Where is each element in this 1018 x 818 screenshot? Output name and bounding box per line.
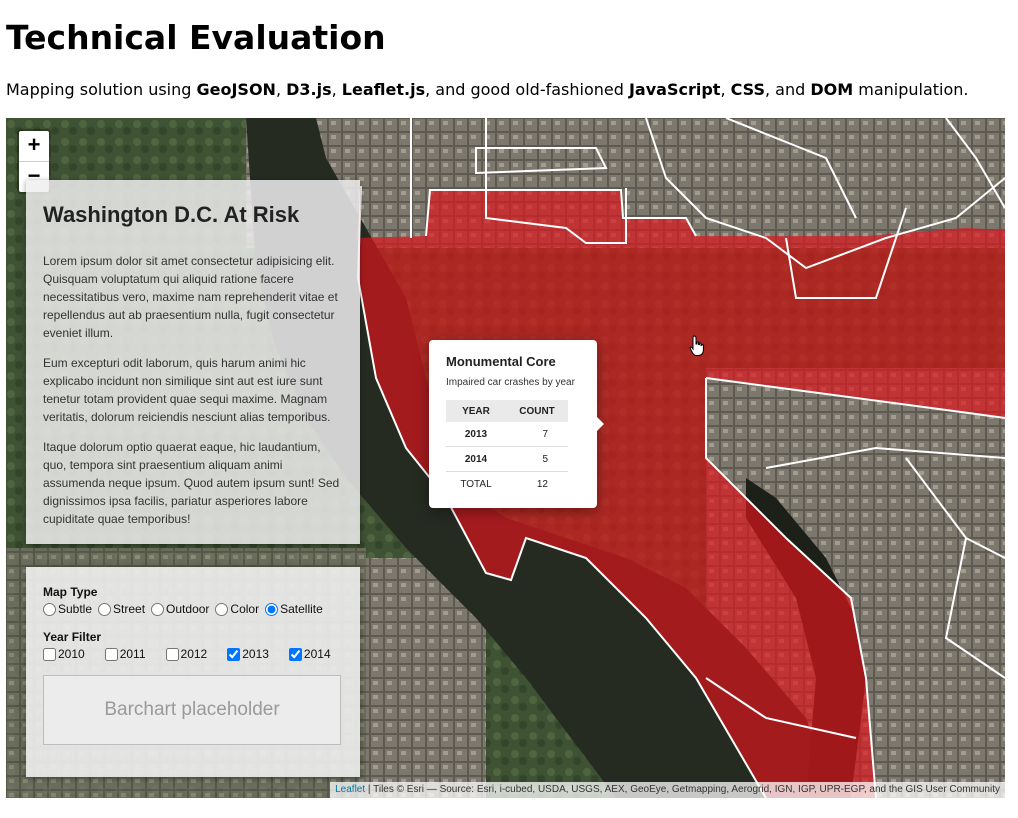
column-header-year: YEAR <box>446 400 506 422</box>
cell-year: 2013 <box>446 422 506 447</box>
map-type-subtle[interactable]: Subtle <box>43 602 92 616</box>
map-type-street-radio[interactable] <box>98 602 112 616</box>
year-2011[interactable]: 2011 <box>104 647 146 661</box>
year-filter-options: 2010 2011 2012 2013 2014 <box>43 647 343 661</box>
barchart-placeholder: Barchart placeholder <box>43 675 341 745</box>
info-title: Washington D.C. At Risk <box>43 202 300 227</box>
map-type-outdoor[interactable]: Outdoor <box>151 602 209 616</box>
district-popup: Monumental Core Impaired car crashes by … <box>429 340 604 508</box>
cell-count: 5 <box>506 446 568 472</box>
leaflet-link[interactable]: Leaflet <box>335 784 365 795</box>
map-type-street[interactable]: Street <box>98 602 145 616</box>
year-2012[interactable]: 2012 <box>165 647 207 661</box>
map-type-color[interactable]: Color <box>215 602 259 616</box>
total-label: TOTAL <box>446 471 506 496</box>
info-panel: Washington D.C. At Risk Lorem ipsum dolo… <box>26 180 360 544</box>
year-2014-checkbox[interactable] <box>288 647 302 661</box>
map-type-subtle-radio[interactable] <box>43 602 56 616</box>
year-2013[interactable]: 2013 <box>227 647 269 661</box>
popup-tip <box>597 417 604 431</box>
table-row: 2013 7 <box>446 422 568 447</box>
map-type-satellite[interactable]: Satellite <box>265 602 323 616</box>
map-type-satellite-radio[interactable] <box>265 602 279 616</box>
info-paragraph-2: Eum excepturi odit laborum, quis harum a… <box>43 356 331 424</box>
map-type-options: Subtle Street Outdoor Color Satellite <box>43 602 343 616</box>
year-2012-checkbox[interactable] <box>165 647 179 661</box>
info-paragraph-3: Itaque dolorum optio quaerat eaque, hic … <box>43 440 340 526</box>
table-row: 2014 5 <box>446 446 568 472</box>
hand-pointer-icon <box>689 335 704 356</box>
map-type-label: Map Type <box>43 585 98 599</box>
table-total-row: TOTAL 12 <box>446 471 568 496</box>
controls-panel: Map Type Subtle Street Outdoor Color Sat… <box>26 567 360 777</box>
map-type-color-radio[interactable] <box>215 602 229 616</box>
total-count: 12 <box>506 471 568 496</box>
map-type-outdoor-radio[interactable] <box>151 602 165 616</box>
year-2013-checkbox[interactable] <box>227 647 241 661</box>
popup-subtitle: Impaired car crashes by year <box>446 377 575 388</box>
attribution-text: | Tiles © Esri — Source: Esri, i-cubed, … <box>365 784 1000 795</box>
year-2011-checkbox[interactable] <box>104 647 118 661</box>
page-subtitle: Mapping solution using GeoJSON, D3.js, L… <box>6 80 969 99</box>
year-2014[interactable]: 2014 <box>288 647 331 661</box>
page-title: Technical Evaluation <box>6 18 386 57</box>
column-header-count: COUNT <box>506 400 568 422</box>
table-header-row: YEAR COUNT <box>446 400 568 422</box>
year-filter-label: Year Filter <box>43 630 102 644</box>
info-paragraph-1: Lorem ipsum dolor sit amet consectetur a… <box>43 254 338 340</box>
cell-year: 2014 <box>446 446 506 472</box>
popup-title: Monumental Core <box>446 354 556 369</box>
zoom-in-button[interactable]: + <box>19 131 49 162</box>
cell-count: 7 <box>506 422 568 447</box>
map-container[interactable]: + − Washington D.C. At Risk Lorem ipsum … <box>6 118 1005 798</box>
crash-table: YEAR COUNT 2013 7 2014 5 TOTAL 12 <box>446 400 568 496</box>
attribution: Leaflet | Tiles © Esri — Source: Esri, i… <box>330 782 1005 798</box>
year-2010-checkbox[interactable] <box>43 647 56 661</box>
year-2010[interactable]: 2010 <box>43 647 85 661</box>
